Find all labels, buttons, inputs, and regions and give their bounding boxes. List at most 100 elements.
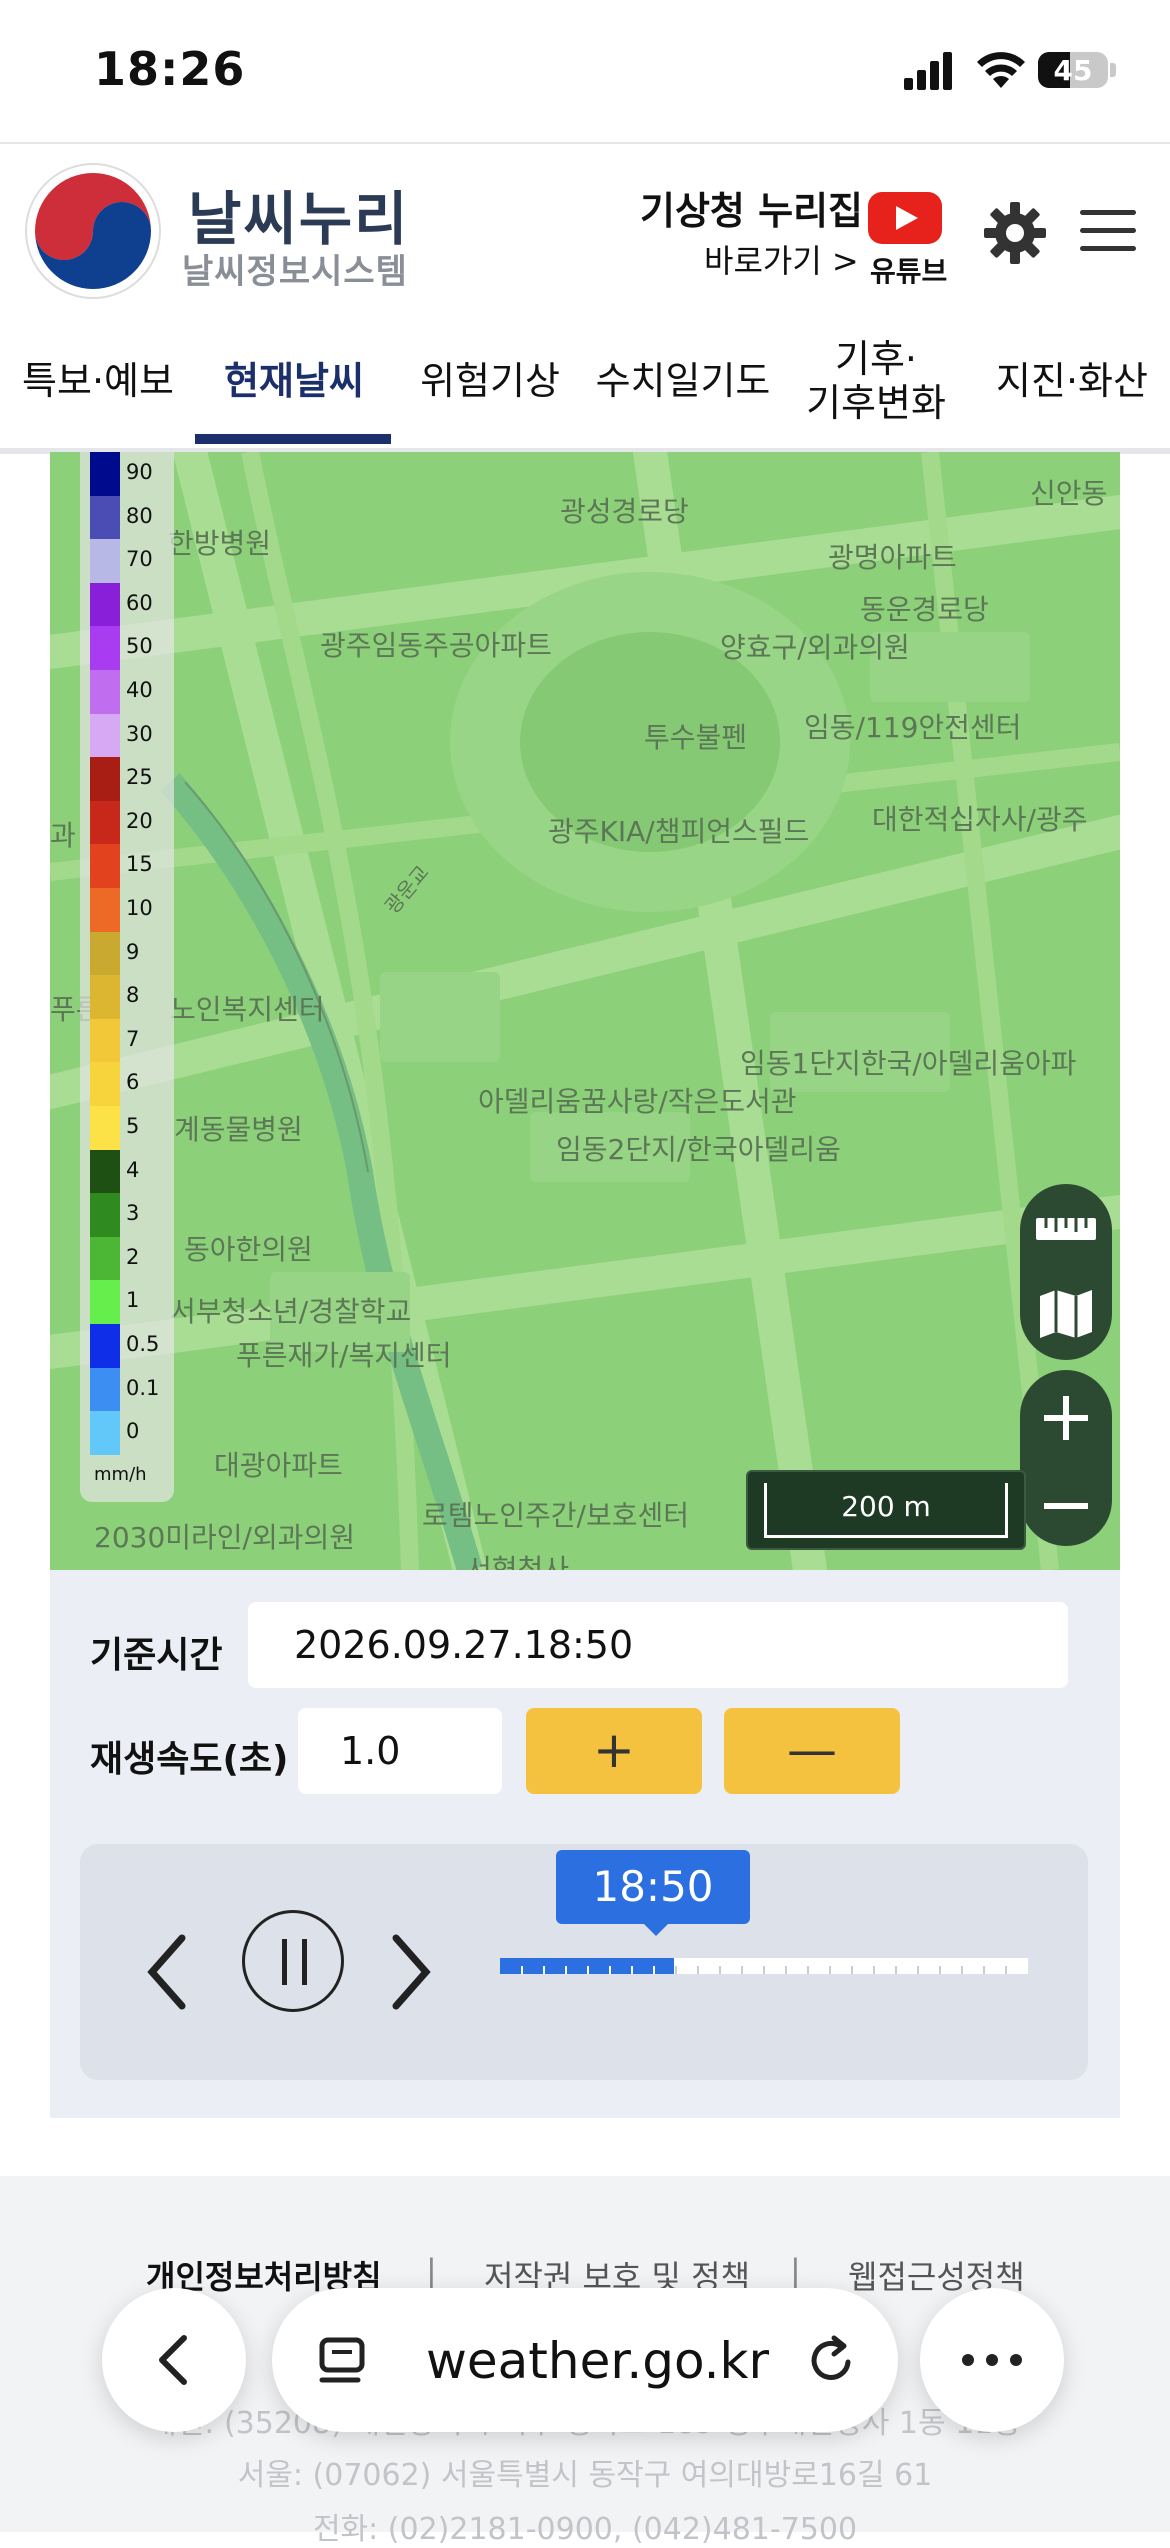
- map-tool-group: [1020, 1184, 1112, 1360]
- timeline-slider[interactable]: [500, 1958, 1028, 1974]
- gear-icon[interactable]: [982, 200, 1048, 266]
- footer-separator: |: [426, 2252, 437, 2290]
- map-icon[interactable]: [1038, 1288, 1094, 1340]
- map-poi: 임동2단지/한국아델리움: [556, 1133, 841, 1166]
- hamburger-menu-icon[interactable]: [1080, 206, 1136, 254]
- legend-label: 10: [126, 896, 153, 920]
- legend-label: 30: [126, 721, 153, 746]
- legend-swatch: [90, 1236, 120, 1281]
- legend-swatch: [90, 713, 120, 758]
- rain-rate-legend: mm/h 90 80 70 60 50 40 30 25 20 15 10 9 8 7 6 5 4 3 2 1 0.5 0…: [80, 452, 174, 1502]
- map-poi: 투수불펜: [644, 721, 748, 754]
- chevron-left-icon[interactable]: [138, 1930, 198, 2014]
- legend-label: 15: [126, 852, 153, 877]
- plus-icon[interactable]: [1042, 1394, 1090, 1442]
- legend-label: 3: [126, 1201, 140, 1226]
- time-bubble-pointer: [642, 1922, 670, 1936]
- ruler-icon[interactable]: [1034, 1208, 1098, 1248]
- legend-label: 2: [126, 1244, 140, 1269]
- map-poi: 대한적십자사/광주: [872, 803, 1088, 836]
- reference-time-field[interactable]: 2026.09.27.18:50: [248, 1602, 1068, 1688]
- legend-label: 70: [126, 547, 153, 572]
- legend-label: 5: [126, 1114, 140, 1138]
- speed-increase-button[interactable]: +: [526, 1708, 702, 1794]
- footer-phone: 전화: (02)2181-0900, (042)481-7500: [312, 2512, 858, 2547]
- tab-overview-icon[interactable]: [318, 2336, 372, 2386]
- chevron-right-icon[interactable]: [380, 1930, 440, 2014]
- map-poi: 대광아파트: [214, 1449, 343, 1482]
- map-poi: 계동물병원: [174, 1113, 303, 1146]
- legend-swatch: [90, 495, 120, 540]
- map-poi: 동운경로당: [860, 593, 989, 626]
- legend-swatch: [90, 800, 120, 845]
- map-scale-label: 200 m: [841, 1490, 931, 1523]
- wifi-icon: [977, 52, 1025, 88]
- legend-swatch: [90, 1324, 120, 1368]
- legend-swatch: [90, 975, 120, 1019]
- battery-nub: [1110, 63, 1116, 77]
- legend-label: 7: [126, 1026, 140, 1051]
- map-poi: 신안동: [1030, 477, 1108, 510]
- kma-home-title[interactable]: 기상청 누리집: [640, 180, 863, 235]
- radar-controls: 기준시간 2026.09.27.18:50 재생속도(초) 1.0 + — 18…: [50, 1570, 1120, 2118]
- browser-host: weather.go.kr: [426, 2332, 770, 2390]
- pause-icon[interactable]: [242, 1910, 344, 2012]
- tab-climate[interactable]: 기후· 기후변화: [778, 314, 974, 448]
- playback-speed-field[interactable]: 1.0: [298, 1708, 502, 1794]
- more-dots-icon: [962, 2354, 1022, 2366]
- browser-back-button[interactable]: [102, 2288, 246, 2432]
- legend-swatch: [90, 931, 120, 976]
- radar-map[interactable]: 신안동 광성경로당 한방병원 광명아파트 동운경로당 광주임동주공아파트 양효구…: [50, 452, 1120, 1570]
- active-tab-indicator: [195, 434, 391, 444]
- kma-home-link[interactable]: 바로가기 >: [704, 236, 859, 282]
- speed-decrease-button[interactable]: —: [724, 1708, 900, 1794]
- legend-swatch: [90, 1018, 120, 1063]
- youtube-label[interactable]: 유튜브: [870, 250, 947, 290]
- map-poi: 과: [50, 819, 76, 852]
- minus-icon[interactable]: [1042, 1482, 1090, 1530]
- legend-swatch: [90, 1367, 120, 1412]
- map-poi: 임동/119안전센터: [804, 711, 1022, 744]
- taegeuk-logo-icon[interactable]: [24, 162, 162, 300]
- map-poi: 한방병원: [168, 527, 272, 560]
- youtube-play-icon[interactable]: [868, 192, 942, 244]
- tab-earthquake-volcano[interactable]: 지진·화산: [974, 314, 1170, 448]
- map-poi: 서협청사: [466, 1553, 570, 1570]
- map-poi: 노인복지센터: [170, 993, 325, 1026]
- map-poi: 광주임동주공아파트: [320, 629, 552, 662]
- legend-label: 90: [126, 460, 153, 484]
- legend-swatch: [90, 670, 120, 714]
- legend-swatch: [90, 888, 120, 932]
- map-poi: 2030미라인/외과의원: [94, 1521, 356, 1554]
- legend-swatch: [90, 626, 120, 670]
- battery-level: 45: [1053, 54, 1093, 87]
- map-poi: 아델리움꿈사랑/작은도서관: [478, 1085, 797, 1118]
- legend-swatch: [90, 1280, 120, 1324]
- timeline-ticks: [521, 1966, 1007, 1974]
- map-poi: 임동1단지한국/아델리움아파: [740, 1047, 1077, 1080]
- legend-label: 80: [126, 503, 153, 528]
- legend-swatch: [90, 582, 120, 627]
- back-arrow-icon: [159, 2335, 187, 2385]
- legend-label: 0.5: [126, 1332, 160, 1356]
- tab-weather-charts[interactable]: 수치일기도: [588, 314, 778, 448]
- legend-swatch: [90, 1193, 120, 1237]
- legend-swatch: [90, 757, 120, 801]
- legend-label: 25: [126, 765, 153, 790]
- playback-speed-label: 재생속도(초): [90, 1739, 289, 1780]
- footer-address-seoul: 서울: (07062) 서울특별시 동작구 여의대방로16길 61: [237, 2458, 933, 2493]
- status-clock: 18:26: [94, 42, 246, 96]
- browser-address-bar[interactable]: weather.go.kr: [272, 2288, 898, 2432]
- browser-more-button[interactable]: [920, 2288, 1064, 2432]
- footer-separator: |: [790, 2252, 801, 2290]
- map-poi: 양효구/외과의원: [720, 631, 910, 664]
- legend-swatch: [90, 452, 120, 496]
- reload-icon[interactable]: [804, 2332, 860, 2388]
- legend-label: 50: [126, 634, 153, 659]
- legend-label: 0.1: [126, 1375, 160, 1400]
- tab-forecast[interactable]: 특보·예보: [0, 314, 196, 448]
- legend-swatch: [90, 1149, 120, 1194]
- tab-current-weather[interactable]: 현재날씨: [196, 314, 392, 448]
- tab-severe-weather[interactable]: 위험기상: [392, 314, 588, 448]
- animation-player: 18:50: [80, 1844, 1088, 2080]
